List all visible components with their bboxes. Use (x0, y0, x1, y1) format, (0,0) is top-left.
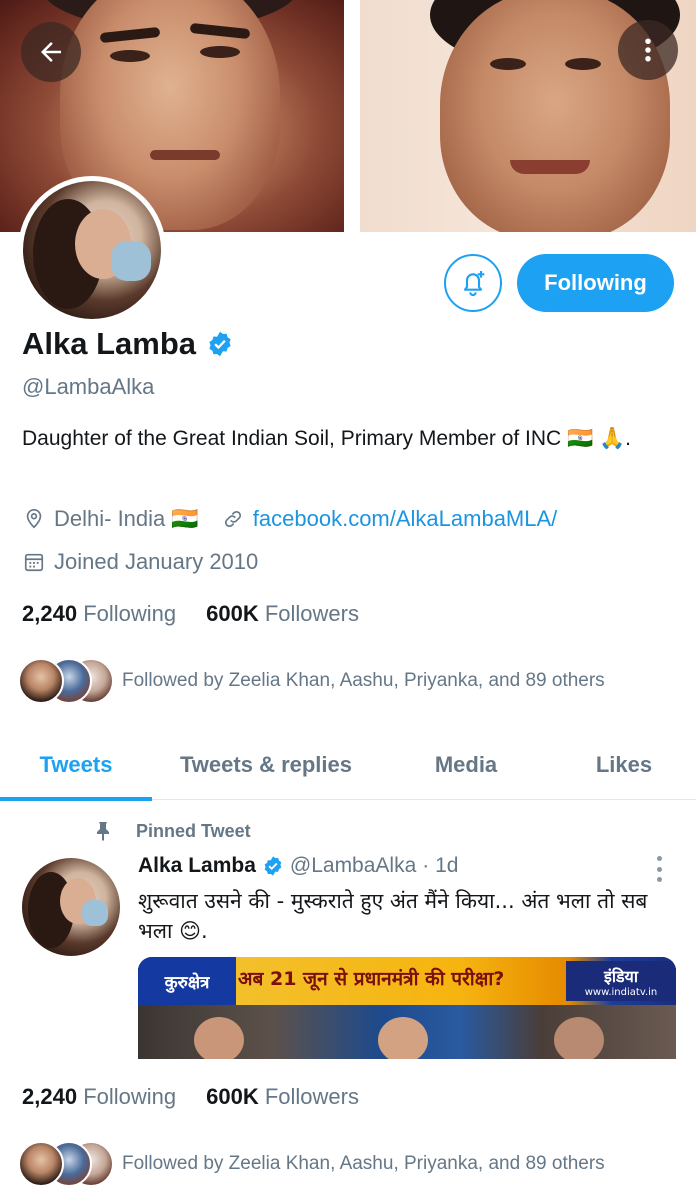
profile-bio: Daughter of the Great Indian Soil, Prima… (22, 427, 632, 450)
notifications-button[interactable] (444, 254, 502, 312)
followed-by-row-repeat[interactable]: Followed by Zeelia Khan, Aashu, Priyanka… (18, 1141, 605, 1187)
more-options-button[interactable] (618, 20, 678, 80)
followed-by-row[interactable]: Followed by Zeelia Khan, Aashu, Priyanka… (18, 658, 605, 704)
location-pin-icon (22, 507, 46, 531)
verified-badge-icon (209, 331, 231, 357)
pin-icon (90, 818, 116, 844)
follower-avatar (18, 1141, 64, 1187)
profile-joined-row: Joined January 2010 (22, 549, 258, 575)
tweet-author-name[interactable]: Alka Lamba (138, 854, 256, 878)
following-count: 2,240 (22, 1084, 78, 1109)
back-button[interactable] (21, 22, 81, 82)
media-logo-text: इंडिया (604, 966, 638, 986)
calendar-icon (22, 550, 46, 574)
following-button[interactable]: Following (517, 254, 674, 312)
followers-stat[interactable]: 600K Followers (206, 1084, 359, 1110)
profile-avatar[interactable] (18, 176, 166, 324)
profile-name-row: Alka Lamba (22, 326, 234, 362)
media-headline: अब 21 जून से प्रधानमंत्री की परीक्षा? (238, 968, 505, 990)
profile-name: Alka Lamba (22, 326, 197, 361)
profile-stats-repeat: 2,240 Following 600K Followers (22, 1084, 359, 1110)
more-vertical-icon (645, 38, 651, 62)
following-count: 2,240 (22, 601, 78, 626)
following-stat[interactable]: 2,240 Following (22, 601, 176, 627)
pinned-tweet-label: Pinned Tweet (136, 820, 251, 841)
following-label: Following (83, 601, 177, 626)
following-stat[interactable]: 2,240 Following (22, 1084, 176, 1110)
tab-media[interactable]: Media (380, 730, 552, 800)
bell-plus-icon (463, 271, 485, 296)
pinned-tweet-label-row: Pinned Tweet (90, 818, 251, 844)
tweet-author-avatar[interactable] (22, 858, 120, 956)
followed-by-avatars (18, 658, 118, 704)
follower-avatar (18, 658, 64, 704)
tweet-timestamp: · 1d (422, 854, 459, 877)
profile-website-link[interactable]: facebook.com/AlkaLambaMLA/ (253, 506, 558, 532)
followers-label: Followers (264, 1084, 359, 1109)
verified-badge-icon (264, 856, 282, 876)
profile-tabs: Tweets Tweets & replies Media Likes (0, 730, 696, 801)
followed-by-avatars (18, 1141, 118, 1187)
profile-stats: 2,240 Following 600K Followers (22, 601, 359, 627)
link-icon (221, 507, 245, 531)
tweet-more-button[interactable] (650, 856, 668, 882)
media-show-badge: कुरुक्षेत्र (138, 957, 236, 1005)
profile-location: Delhi- India 🇮🇳 (54, 506, 199, 531)
followers-count: 600K (206, 1084, 259, 1109)
tab-tweets-replies[interactable]: Tweets & replies (152, 730, 380, 800)
arrow-left-icon (41, 42, 61, 62)
media-logo-url: www.indiatv.in (584, 986, 658, 998)
profile-meta-row: Delhi- India 🇮🇳 facebook.com/AlkaLambaML… (22, 506, 557, 532)
followed-by-text: Followed by Zeelia Khan, Aashu, Priyanka… (122, 670, 605, 691)
profile-joined-date: Joined January 2010 (54, 549, 259, 574)
followed-by-text: Followed by Zeelia Khan, Aashu, Priyanka… (122, 1153, 605, 1174)
followers-stat[interactable]: 600K Followers (206, 601, 359, 627)
tab-tweets[interactable]: Tweets (0, 730, 152, 801)
following-label: Following (83, 1084, 177, 1109)
tweet-media-image[interactable]: कुरुक्षेत्र अब 21 जून से प्रधानमंत्री की… (138, 957, 676, 1059)
followers-count: 600K (206, 601, 259, 626)
media-channel-logo: इंडिया www.indiatv.in (566, 961, 676, 1001)
tweet-author-handle: @LambaAlka (289, 854, 417, 877)
tweet-text: शुरूवात उसने की - मुस्कराते हुए अंत मैंन… (138, 889, 648, 943)
profile-handle: @LambaAlka (22, 374, 155, 399)
tab-likes[interactable]: Likes (552, 730, 696, 800)
tweet-header: Alka Lamba @LambaAlka · 1d (138, 854, 458, 878)
followers-label: Followers (264, 601, 359, 626)
